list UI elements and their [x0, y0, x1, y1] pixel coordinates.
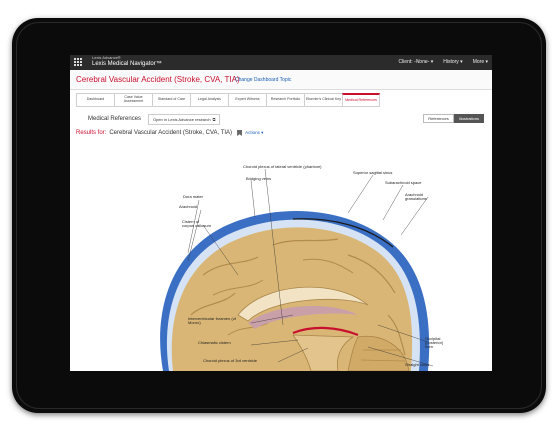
label-superior-sagittal: Superior sagittal sinus — [353, 170, 393, 175]
tab-dashboard[interactable]: Dashboard — [76, 93, 114, 107]
label-straight-sinus: Straight sinus — [405, 362, 430, 367]
results-line: Results for: Cerebral Vascular Accident … — [76, 130, 263, 136]
history-menu[interactable]: History ▾ — [443, 59, 462, 65]
client-selector[interactable]: Client: -None- ▾ — [398, 59, 433, 65]
tab-legal-analysis[interactable]: Legal Analysis — [190, 93, 228, 107]
results-label: Results for: — [76, 130, 107, 136]
screen: Lexis Advance® Lexis Medical Navigator™ … — [70, 55, 492, 371]
external-link-icon: ⧉ — [212, 117, 216, 122]
section-title: Medical References — [88, 116, 142, 122]
label-chiasmatic: Chiasmatic cistern — [198, 340, 231, 345]
tab-clinical-key[interactable]: Elsevier's Clinical Key — [304, 93, 342, 107]
title-bar: Cerebral Vascular Accident (Stroke, CVA,… — [70, 70, 492, 90]
label-interventricular: Interventricular foramen (of Monro) — [188, 316, 237, 325]
bookmark-icon[interactable] — [237, 130, 243, 136]
label-arachnoid: Arachnoid — [179, 204, 198, 209]
page-title: Cerebral Vascular Accident (Stroke, CVA,… — [76, 75, 240, 84]
brain-illustration: Choroid plexus of lateral ventricle (pha… — [143, 165, 443, 371]
tab-standard-of-care[interactable]: Standard of Care — [152, 93, 190, 107]
illustrations-toggle[interactable]: Illustrations — [453, 114, 484, 123]
label-bridging-veins: Bridging veins — [246, 176, 272, 181]
tab-case-value[interactable]: Case Value Assessment — [114, 93, 152, 107]
brand-small-text: Lexis Advance® — [92, 55, 121, 60]
label-cistern: Cistern of corpus callosum — [182, 219, 211, 228]
label-subarachnoid: Subarachnoid space — [385, 180, 422, 185]
client-value: -None- — [414, 59, 430, 65]
actions-menu[interactable]: Actions ▾ — [245, 130, 263, 136]
references-toggle[interactable]: References — [423, 114, 454, 123]
tab-medical-references[interactable]: Medical References — [342, 93, 380, 107]
label-granulations: Arachnoid granulations — [405, 192, 427, 201]
change-topic-link[interactable]: Change Dashboard Topic — [235, 77, 291, 83]
label-dura-mater: Dura mater — [183, 194, 204, 199]
results-query: Cerebral Vascular Accident (Stroke, CVA,… — [109, 130, 233, 136]
tab-research-portfolio[interactable]: Research Portfolio — [266, 93, 304, 107]
open-lexis-label: Open in Lexis Advance research — [153, 117, 211, 122]
tab-bar: Dashboard Case Value Assessment Standard… — [76, 93, 380, 107]
brand-main-text: Lexis Medical Navigator™ — [92, 61, 162, 67]
apps-grid-icon[interactable] — [74, 58, 83, 67]
top-nav: Client: -None- ▾ History ▾ More ▾ — [398, 59, 488, 65]
client-label: Client: — [398, 59, 413, 65]
label-choroid-plexus-lateral: Choroid plexus of lateral ventricle (pha… — [243, 164, 322, 169]
more-menu[interactable]: More ▾ — [473, 59, 488, 65]
label-occipital: Occipital (posterior) horn — [425, 336, 444, 349]
view-toggle: References Illustrations — [423, 114, 484, 123]
tab-expert-witness[interactable]: Expert Witness — [228, 93, 266, 107]
brand-logo[interactable]: Lexis Advance® Lexis Medical Navigator™ — [92, 55, 162, 68]
open-lexis-button[interactable]: Open in Lexis Advance research ⧉ — [148, 114, 221, 125]
top-bar: Lexis Advance® Lexis Medical Navigator™ … — [70, 55, 492, 70]
label-choroid-3rd: Choroid plexus of 3rd ventricle — [203, 358, 258, 363]
